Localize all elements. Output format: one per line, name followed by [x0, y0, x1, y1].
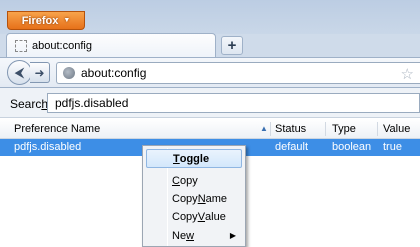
- tab-title: about:config: [32, 40, 92, 52]
- globe-icon: [63, 67, 75, 79]
- menu-item-copy-value[interactable]: Copy Value: [146, 207, 242, 226]
- plus-icon: +: [227, 37, 237, 54]
- forward-button[interactable]: ➜: [30, 62, 50, 83]
- forward-arrow-icon: ➜: [34, 65, 45, 80]
- navigation-toolbar: ⮜ ➜ about:config ☆: [0, 57, 420, 87]
- column-value[interactable]: Value: [383, 123, 410, 135]
- menu-item-new[interactable]: Ne w ▶: [146, 226, 242, 245]
- back-arrow-icon: ⮜: [14, 64, 25, 80]
- column-preference-name[interactable]: Preference Name: [14, 123, 100, 135]
- dropdown-arrow-icon: ▼: [63, 17, 71, 24]
- column-divider: [325, 122, 326, 136]
- title-bar: Firefox ▼: [0, 0, 420, 34]
- menu-item-copy-name[interactable]: Copy Name: [146, 189, 242, 208]
- firefox-menu-button[interactable]: Firefox ▼: [7, 11, 85, 30]
- column-type[interactable]: Type: [332, 123, 356, 135]
- table-header: Preference Name ▲ Status Type Value: [0, 119, 420, 139]
- page-favicon-icon: [15, 40, 27, 52]
- menu-item-toggle[interactable]: Toggle: [146, 149, 242, 168]
- sort-ascending-icon: ▲: [260, 124, 268, 133]
- column-divider: [270, 122, 271, 136]
- search-input[interactable]: [47, 93, 420, 113]
- search-row: Search:: [0, 88, 420, 118]
- menu-item-copy[interactable]: Copy: [146, 171, 242, 190]
- bookmark-star-icon[interactable]: ☆: [401, 65, 414, 83]
- url-bar[interactable]: about:config ☆: [56, 62, 420, 84]
- submenu-arrow-icon: ▶: [229, 231, 236, 240]
- new-tab-button[interactable]: +: [221, 36, 243, 55]
- back-button[interactable]: ⮜: [7, 60, 32, 85]
- tab-about-config[interactable]: about:config: [6, 33, 216, 58]
- pref-name-cell: pdfjs.disabled: [14, 141, 82, 153]
- pref-value-cell: true: [383, 141, 402, 153]
- url-text: about:config: [81, 66, 147, 80]
- search-label: Search:: [10, 97, 51, 111]
- context-menu: Toggle Copy Copy Name Copy Value Ne w ▶: [142, 145, 246, 247]
- column-status[interactable]: Status: [275, 123, 306, 135]
- pref-status-cell: default: [275, 141, 309, 153]
- column-divider: [377, 122, 378, 136]
- pref-type-cell: boolean: [332, 141, 372, 153]
- firefox-menu-label: Firefox: [21, 14, 59, 27]
